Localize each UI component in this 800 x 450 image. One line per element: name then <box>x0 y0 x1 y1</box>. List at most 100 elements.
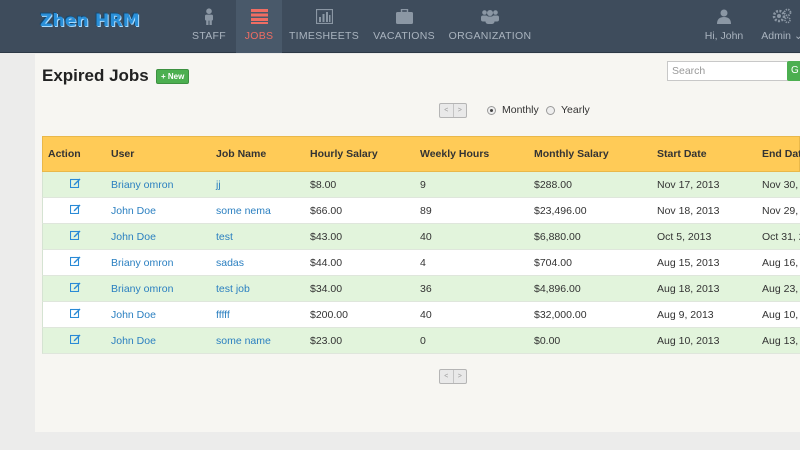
nav-jobs[interactable]: JOBS <box>236 0 282 53</box>
search-button[interactable]: G <box>787 61 800 81</box>
weekly-hours: 9 <box>420 178 426 191</box>
col-weekly-hours: Weekly Hours <box>420 148 490 160</box>
chevron-down-icon: ⌄ <box>793 30 800 42</box>
monthly-salary: $32,000.00 <box>534 308 587 321</box>
end-date: Nov 30, 2013 <box>762 178 800 191</box>
job-name-link[interactable]: test job <box>216 276 250 301</box>
user-link[interactable]: John Doe <box>111 198 156 223</box>
table-row: Briany omron sadas $44.00 4 $704.00 Aug 15, 2… <box>42 250 800 276</box>
weekly-hours: 36 <box>420 282 432 295</box>
chart-icon <box>315 7 333 25</box>
period-monthly[interactable]: Monthly <box>487 104 539 116</box>
table-row: Briany omron jj $8.00 9 $288.00 Nov 17, 2013 N… <box>42 172 800 198</box>
yearly-label: Yearly <box>561 104 590 116</box>
yearly-radio[interactable] <box>546 105 555 115</box>
job-name-link[interactable]: some nema <box>216 198 271 223</box>
user-link[interactable]: John Doe <box>111 302 156 327</box>
admin-label: Admin ⌄ <box>761 30 800 42</box>
monthly-label: Monthly <box>502 104 539 116</box>
weekly-hours: 0 <box>420 334 426 347</box>
search-icon: G <box>791 65 799 76</box>
edit-button[interactable] <box>69 328 81 353</box>
start-date: Aug 18, 2013 <box>657 282 720 295</box>
hourly-salary: $43.00 <box>310 230 343 243</box>
nav-organization[interactable]: ORGANIZATION <box>449 0 531 53</box>
edit-button[interactable] <box>69 224 81 249</box>
next-page-button[interactable]: > <box>452 104 467 117</box>
col-job-name: Job Name <box>216 148 267 160</box>
monthly-salary: $0.00 <box>534 334 561 347</box>
pager-bottom: < > <box>439 369 467 384</box>
monthly-salary: $4,896.00 <box>534 282 581 295</box>
end-date: Aug 10, 2013 <box>762 308 800 321</box>
nav-label: ORGANIZATION <box>448 30 532 42</box>
edit-button[interactable] <box>69 250 81 275</box>
search-input[interactable]: Search <box>667 61 788 81</box>
job-name-link[interactable]: jj <box>216 172 221 197</box>
job-name-link[interactable]: some name <box>216 328 271 353</box>
table-body: Briany omron jj $8.00 9 $288.00 Nov 17, 2013 N… <box>42 172 800 354</box>
job-name-link[interactable]: test <box>216 224 233 249</box>
user-link[interactable]: Briany omron <box>111 250 173 275</box>
table-row: John Doe some name $23.00 0 $0.00 Aug 10, 201… <box>42 328 800 354</box>
weekly-hours: 89 <box>420 204 432 217</box>
admin-text: Admin <box>761 30 792 42</box>
user-link[interactable]: Briany omron <box>111 172 173 197</box>
period-yearly[interactable]: Yearly <box>546 104 590 116</box>
edit-button[interactable] <box>69 172 81 197</box>
start-date: Oct 5, 2013 <box>657 230 712 243</box>
nav-vacations[interactable]: VACATIONS <box>373 0 435 53</box>
hourly-salary: $34.00 <box>310 282 343 295</box>
edit-icon <box>69 334 81 347</box>
monthly-radio[interactable] <box>487 105 496 115</box>
monthly-salary: $704.00 <box>534 256 572 269</box>
job-name-link[interactable]: fffff <box>216 302 230 327</box>
edit-button[interactable] <box>69 302 81 327</box>
hourly-salary: $44.00 <box>310 256 343 269</box>
nav-label: STAFF <box>192 30 226 42</box>
weekly-hours: 4 <box>420 256 426 269</box>
page-title: Expired Jobs <box>42 66 149 85</box>
user-link[interactable]: John Doe <box>111 328 156 353</box>
user-link[interactable]: Briany omron <box>111 276 173 301</box>
new-job-button[interactable]: + New <box>156 69 190 84</box>
job-name-link[interactable]: sadas <box>216 250 244 275</box>
next-page-button[interactable]: > <box>452 370 467 383</box>
nav-timesheets[interactable]: TIMESHEETS <box>288 0 360 53</box>
app-brand[interactable]: Zhen HRM <box>40 11 140 31</box>
end-date: Aug 13, 2013 <box>762 334 800 347</box>
start-date: Nov 18, 2013 <box>657 204 720 217</box>
edit-button[interactable] <box>69 198 81 223</box>
hourly-salary: $23.00 <box>310 334 343 347</box>
briefcase-icon <box>395 7 413 25</box>
nav-label: VACATIONS <box>373 30 435 42</box>
prev-page-button[interactable]: < <box>440 370 453 383</box>
edit-icon <box>69 178 81 191</box>
user-menu[interactable]: Hi, John <box>703 0 745 53</box>
edit-icon <box>69 256 81 269</box>
weekly-hours: 40 <box>420 230 432 243</box>
gears-icon <box>772 7 792 25</box>
nav-label: TIMESHEETS <box>288 30 360 42</box>
edit-icon <box>69 282 81 295</box>
monthly-salary: $288.00 <box>534 178 572 191</box>
table-header: Action User Job Name Hourly Salary Weekl… <box>42 136 800 172</box>
person-icon <box>203 7 215 25</box>
start-date: Nov 17, 2013 <box>657 178 720 191</box>
edit-icon <box>69 308 81 321</box>
end-date: Aug 16, 2013 <box>762 256 800 269</box>
group-icon <box>480 7 500 25</box>
prev-page-button[interactable]: < <box>440 104 453 117</box>
edit-icon <box>69 230 81 243</box>
user-icon <box>717 7 731 25</box>
user-link[interactable]: John Doe <box>111 224 156 249</box>
col-user: User <box>111 148 135 160</box>
nav-staff[interactable]: STAFF <box>192 0 226 53</box>
admin-menu[interactable]: Admin ⌄ <box>760 0 800 53</box>
monthly-salary: $6,880.00 <box>534 230 581 243</box>
expired-jobs-table: Action User Job Name Hourly Salary Weekl… <box>42 136 800 354</box>
col-end-date: End Date <box>762 148 800 160</box>
edit-button[interactable] <box>69 276 81 301</box>
table-row: Briany omron test job $34.00 36 $4,896.00 Aug… <box>42 276 800 302</box>
hourly-salary: $66.00 <box>310 204 343 217</box>
